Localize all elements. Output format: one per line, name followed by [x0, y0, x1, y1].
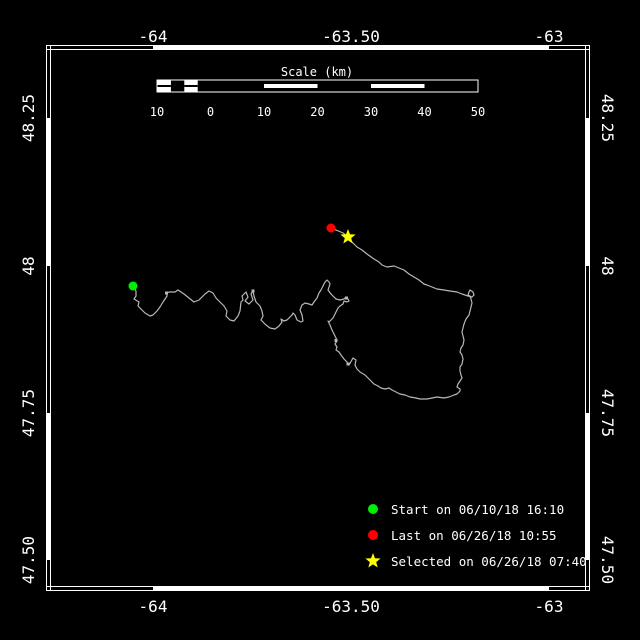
last-marker: [326, 223, 336, 233]
top-axis-labels: -64 -63.50 -63: [139, 27, 564, 46]
scale-label: 20: [310, 105, 324, 119]
axis-tick-label: 47.75: [598, 389, 617, 437]
legend-start-icon: [368, 504, 378, 514]
axis-tick-label: -63: [535, 597, 564, 616]
border-segment: [50, 266, 51, 413]
scale-bar-stripe: [264, 84, 318, 88]
scale-bar-title: Scale (km): [281, 65, 353, 79]
start-marker: [128, 281, 138, 291]
axis-tick-label: -63.50: [322, 597, 380, 616]
axis-tick-label: 48.25: [598, 94, 617, 142]
scale-label: 10: [150, 105, 164, 119]
scale-label: 30: [364, 105, 378, 119]
border-segment: [585, 118, 590, 266]
scale-bar-stripe: [371, 84, 425, 88]
legend-selected-label: Selected on 06/26/18 07:40: [391, 554, 587, 569]
border-segment: [549, 586, 590, 587]
axis-tick-label: 48: [19, 256, 38, 275]
border-segment: [585, 413, 590, 560]
axis-tick-label: 48.25: [19, 94, 38, 142]
scale-bar-block-line: [157, 85, 171, 87]
track-map-plot: -64 -63.50 -63 -64 -63.50 -63 48.25 48 4…: [0, 0, 640, 640]
axis-tick-label: -63: [535, 27, 564, 46]
axis-tick-label: -64: [139, 597, 168, 616]
bottom-axis-labels: -64 -63.50 -63: [139, 597, 564, 616]
border-segment: [153, 586, 549, 591]
axis-tick-label: -63.50: [322, 27, 380, 46]
border-segment: [50, 560, 51, 591]
axis-tick-label: -64: [139, 27, 168, 46]
border-segment: [585, 266, 586, 413]
scale-label: 50: [471, 105, 485, 119]
scale-label: 40: [417, 105, 431, 119]
axis-tick-label: 47.50: [19, 536, 38, 584]
border-segment: [46, 118, 51, 266]
selected-marker-star: [340, 229, 356, 244]
border-segment: [50, 45, 51, 118]
legend-selected-star-icon: [365, 553, 381, 568]
scale-bar: Scale (km) 10 0 10 20 30 40 50: [150, 65, 485, 119]
border-segment: [549, 49, 590, 50]
legend: Start on 06/10/18 16:10 Last on 06/26/18…: [365, 502, 587, 569]
scale-label: 0: [207, 105, 214, 119]
scale-label: 10: [257, 105, 271, 119]
right-axis-labels: 48.25 48 47.75 47.50: [598, 94, 617, 584]
axis-tick-label: 47.75: [19, 389, 38, 437]
border-segment: [585, 45, 586, 118]
left-axis-labels: 48.25 48 47.75 47.50: [19, 94, 38, 584]
border-segment: [46, 49, 153, 50]
axis-tick-label: 48: [598, 256, 617, 275]
scale-bar-block-line: [184, 85, 198, 87]
legend-start-label: Start on 06/10/18 16:10: [391, 502, 564, 517]
map-canvas: -64 -63.50 -63 -64 -63.50 -63 48.25 48 4…: [19, 27, 617, 616]
border-segment: [46, 586, 153, 587]
track: [132, 227, 475, 400]
track-polyline: [132, 227, 475, 400]
border-segment: [46, 413, 51, 560]
legend-last-icon: [368, 530, 378, 540]
map-markers: [128, 223, 356, 291]
axis-tick-label: 47.50: [598, 536, 617, 584]
legend-last-label: Last on 06/26/18 10:55: [391, 528, 557, 543]
